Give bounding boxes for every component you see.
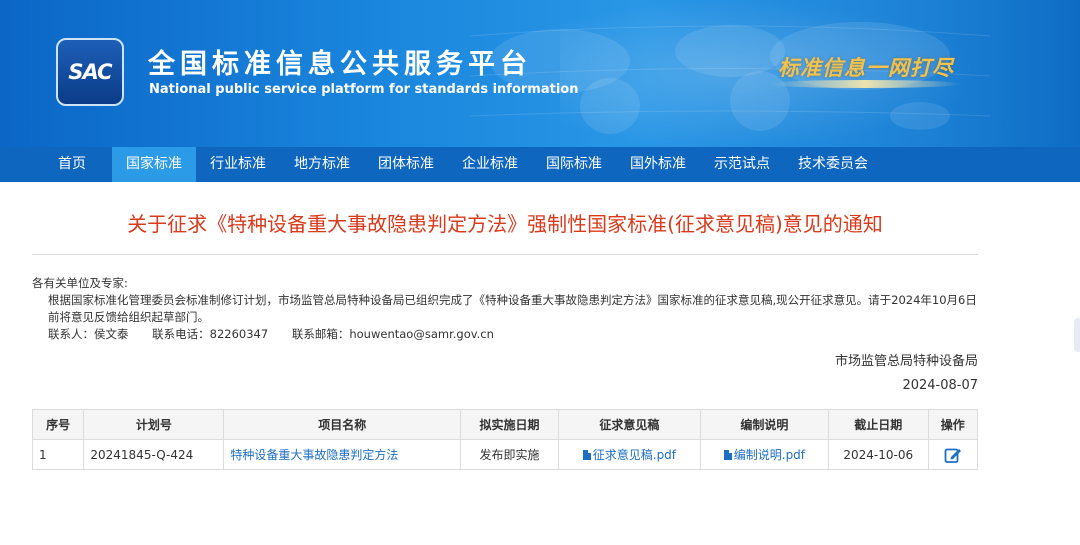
edit-icon[interactable] — [944, 446, 962, 464]
nav-technical-committees[interactable]: 技术委员会 — [784, 147, 882, 182]
standards-table: 序号 计划号 项目名称 拟实施日期 征求意见稿 编制说明 截止日期 操作 1 2… — [31, 409, 979, 470]
site-title: 全国标准信息公共服务平台 — [148, 49, 532, 80]
issue-date: 2024-08-07 — [902, 378, 978, 393]
cell-explain: 编制说明.pdf — [699, 439, 829, 470]
cell-deadline: 2024-10-06 — [827, 439, 929, 470]
col-action: 操作 — [927, 409, 979, 440]
project-link[interactable]: 特种设备重大事故隐患判定方法 — [230, 448, 398, 462]
explain-pdf-link[interactable]: 编制说明.pdf — [734, 448, 805, 462]
nav-national-standards[interactable]: 国家标准 — [112, 147, 196, 182]
table-header-row: 序号 计划号 项目名称 拟实施日期 征求意见稿 编制说明 截止日期 操作 — [31, 409, 979, 440]
col-impl-date: 拟实施日期 — [460, 409, 559, 440]
cell-draft: 征求意见稿.pdf — [557, 439, 701, 470]
sac-logo[interactable]: SAC — [56, 38, 124, 106]
contact-line: 联系人：侯文泰 联系电话：82260347 联系邮箱：houwentao@sam… — [32, 326, 982, 343]
slogan-swoosh — [770, 80, 960, 88]
col-explain: 编制说明 — [699, 409, 829, 440]
notice-title: 关于征求《特种设备重大事故隐患判定方法》强制性国家标准(征求意见稿)意见的通知 — [127, 212, 883, 236]
cell-impl-date: 发布即实施 — [460, 439, 559, 470]
title-divider — [32, 254, 978, 255]
col-deadline: 截止日期 — [827, 409, 929, 440]
slogan: 标准信息一网打尽 — [778, 55, 954, 80]
col-project: 项目名称 — [223, 409, 462, 440]
file-icon — [582, 450, 591, 460]
nav-enterprise-standards[interactable]: 企业标准 — [448, 147, 532, 182]
cell-action — [927, 439, 979, 470]
file-icon — [723, 450, 732, 460]
logo-text: SAC — [68, 60, 112, 84]
nav-local-standards[interactable]: 地方标准 — [280, 147, 364, 182]
scroll-indicator[interactable] — [1074, 318, 1080, 352]
nav-industry-standards[interactable]: 行业标准 — [196, 147, 280, 182]
cell-plan-no: 20241845-Q-424 — [83, 439, 225, 470]
contact-email: 联系邮箱：houwentao@samr.gov.cn — [291, 327, 494, 341]
nav-demo-pilots[interactable]: 示范试点 — [700, 147, 784, 182]
cell-seq: 1 — [31, 439, 85, 470]
nav-group-standards[interactable]: 团体标准 — [364, 147, 448, 182]
issuer: 市场监管总局特种设备局 — [834, 354, 978, 369]
col-plan-no: 计划号 — [83, 409, 225, 440]
table-row: 1 20241845-Q-424 特种设备重大事故隐患判定方法 发布即实施 征求… — [31, 439, 979, 470]
contact-phone: 联系电话：82260347 — [152, 327, 269, 341]
col-draft: 征求意见稿 — [557, 409, 701, 440]
nav-home[interactable]: 首页 — [32, 147, 112, 182]
draft-pdf-link[interactable]: 征求意见稿.pdf — [593, 448, 676, 462]
nav-foreign-standards[interactable]: 国外标准 — [616, 147, 700, 182]
main-nav: 首页 国家标准 行业标准 地方标准 团体标准 企业标准 国际标准 国外标准 示范… — [0, 147, 1080, 182]
site-banner: SAC 全国标准信息公共服务平台 National public service… — [0, 0, 1080, 147]
cell-project: 特种设备重大事故隐患判定方法 — [223, 439, 462, 470]
notice-paragraph: 根据国家标准化管理委员会标准制修订计划，市场监管总局特种设备局已组织完成了《特种… — [48, 293, 977, 324]
nav-international-standards[interactable]: 国际标准 — [532, 147, 616, 182]
notice-body: 各有关单位及专家: 根据国家标准化管理委员会标准制修订计划，市场监管总局特种设备… — [32, 275, 982, 343]
notice-salutation: 各有关单位及专家: — [32, 276, 128, 290]
contact-person: 联系人：侯文泰 — [48, 327, 129, 341]
col-seq: 序号 — [31, 409, 85, 440]
site-subtitle: National public service platform for sta… — [149, 82, 579, 97]
